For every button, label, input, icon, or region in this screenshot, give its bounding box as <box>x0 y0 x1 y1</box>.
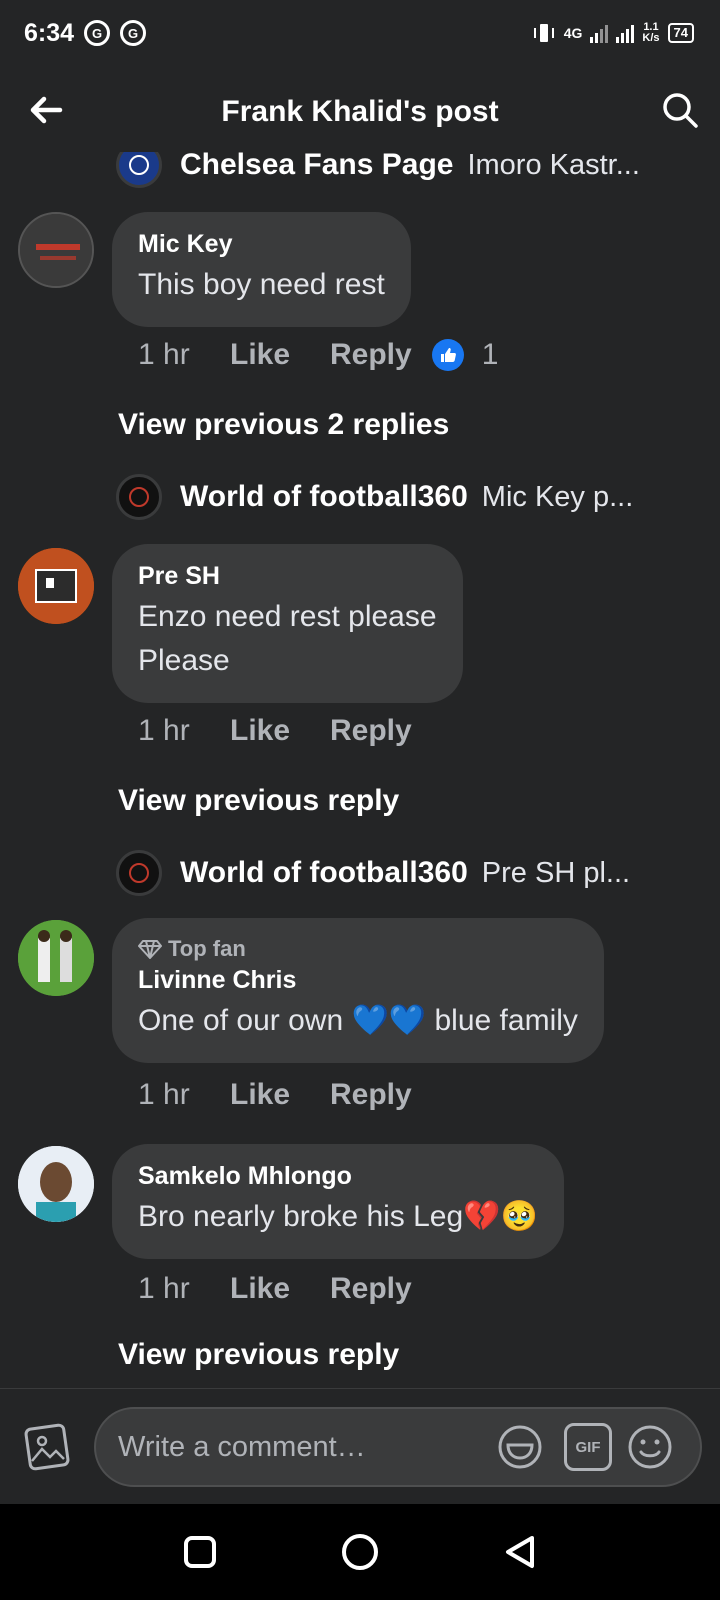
comment-time: 1 hr <box>138 1272 190 1305</box>
comment-time: 1 hr <box>138 714 190 747</box>
avatar-image <box>18 920 94 996</box>
view-previous-replies[interactable]: View previous reply <box>118 1338 399 1372</box>
reply-preview-text: Pre SH pl... <box>481 856 631 889</box>
comment-bubble[interactable]: Pre SH Enzo need rest please Please <box>112 544 463 703</box>
avatar[interactable] <box>18 920 94 996</box>
app-notification-icon: G <box>84 20 111 46</box>
back-icon[interactable] <box>498 1530 542 1574</box>
status-left: 6:34 G G <box>24 18 147 48</box>
view-previous-replies[interactable]: View previous 2 replies <box>118 408 449 442</box>
comment-author[interactable]: Samkelo Mhlongo <box>138 1162 538 1191</box>
reply-preview-text: Imoro Kastr... <box>467 152 640 181</box>
reply-button[interactable]: Reply <box>330 338 412 372</box>
thumbs-up-icon <box>431 339 464 371</box>
comment-text: Bro nearly broke his Leg💔🥹 <box>138 1200 538 1233</box>
reply-preview-name[interactable]: Chelsea Fans Page <box>180 152 453 182</box>
avatar[interactable] <box>18 548 94 624</box>
comment-text: This boy need rest <box>138 268 385 301</box>
comment-composer: Write a comment… GIF <box>0 1388 720 1504</box>
reply-preview-name[interactable]: World of football360 <box>180 856 468 890</box>
avatar[interactable] <box>18 212 94 288</box>
gif-icon[interactable]: GIF <box>564 1423 612 1471</box>
comment-text-line1: Enzo need rest please <box>138 600 437 633</box>
photo-icon[interactable] <box>20 1421 72 1473</box>
comment-author[interactable]: Pre SH <box>138 562 437 591</box>
emoji-icon[interactable] <box>626 1423 674 1471</box>
avatar-image <box>18 1146 94 1222</box>
home-icon[interactable] <box>338 1530 382 1574</box>
top-fan-label: Top fan <box>168 936 246 961</box>
view-previous-replies[interactable]: View previous reply <box>118 784 399 818</box>
reactions[interactable]: 1 <box>431 338 499 372</box>
signal-icon <box>590 23 609 43</box>
search-icon[interactable] <box>660 90 700 130</box>
like-button[interactable]: Like <box>230 338 330 372</box>
header: Frank Khalid's post <box>0 72 720 152</box>
app-notification-icon-2: G <box>120 20 147 46</box>
battery-icon: 74 <box>667 23 694 43</box>
comment-text-line2: Please <box>138 644 230 677</box>
chelsea-crest-avatar <box>116 152 162 188</box>
reply-button[interactable]: Reply <box>330 1078 412 1112</box>
comment-author[interactable]: Livinne Chris <box>138 966 578 995</box>
comment-time: 1 hr <box>138 1078 190 1111</box>
speed-unit: K/s <box>642 32 660 44</box>
reply-avatar <box>116 850 162 896</box>
reply-preview[interactable]: World of football360 Pre SH pl... <box>116 846 696 900</box>
comment-actions: 1 hr Like Reply <box>138 1272 412 1306</box>
reply-avatar <box>116 474 162 520</box>
signal-icon-2 <box>616 23 635 43</box>
comment-actions: 1 hr Like Reply <box>138 1078 412 1112</box>
comment-author[interactable]: Mic Key <box>138 230 385 259</box>
system-nav-bar <box>0 1504 720 1600</box>
comment-bubble[interactable]: Top fan Livinne Chris One of our own 💙💙 … <box>112 918 604 1063</box>
network-speed: 1.1 K/s <box>642 22 659 44</box>
page-title: Frank Khalid's post <box>221 95 499 128</box>
avatar-image <box>18 548 94 624</box>
comment-text: One of our own 💙💙 blue family <box>138 1004 578 1037</box>
back-arrow-icon[interactable] <box>26 90 66 130</box>
status-bar: 6:34 G G 4G 1.1 K/s 74 <box>0 0 720 66</box>
reply-button[interactable]: Reply <box>330 714 412 748</box>
diamond-icon <box>138 940 162 959</box>
status-right: 4G 1.1 K/s 74 <box>532 22 694 44</box>
comment-bubble[interactable]: Samkelo Mhlongo Bro nearly broke his Leg… <box>112 1144 564 1259</box>
comment-time: 1 hr <box>138 338 190 371</box>
avatar[interactable] <box>18 1146 94 1222</box>
like-button[interactable]: Like <box>230 714 330 748</box>
comment-actions: 1 hr Like Reply 1 <box>138 338 498 372</box>
comment-bubble[interactable]: Mic Key This boy need rest <box>112 212 411 327</box>
status-time: 6:34 <box>24 18 75 47</box>
sticker-icon[interactable] <box>496 1423 544 1471</box>
reply-button[interactable]: Reply <box>330 1272 412 1306</box>
reply-preview-name[interactable]: World of football360 <box>180 480 468 514</box>
recents-icon[interactable] <box>178 1530 222 1574</box>
reply-preview-text: Mic Key p... <box>481 480 634 513</box>
vibrate-icon <box>533 24 554 42</box>
like-button[interactable]: Like <box>230 1078 330 1112</box>
network-type: 4G <box>563 25 583 41</box>
like-button[interactable]: Like <box>230 1272 330 1306</box>
comment-actions: 1 hr Like Reply <box>138 714 412 748</box>
reaction-count: 1 <box>481 338 499 371</box>
avatar-image <box>20 214 92 286</box>
reply-preview[interactable]: World of football360 Mic Key p... <box>116 470 696 524</box>
reply-preview[interactable]: Chelsea Fans Page Imoro Kastr... <box>116 152 696 192</box>
comments-list[interactable]: Chelsea Fans Page Imoro Kastr... Mic Key… <box>0 152 720 1388</box>
top-fan-badge: Top fan <box>138 936 578 962</box>
